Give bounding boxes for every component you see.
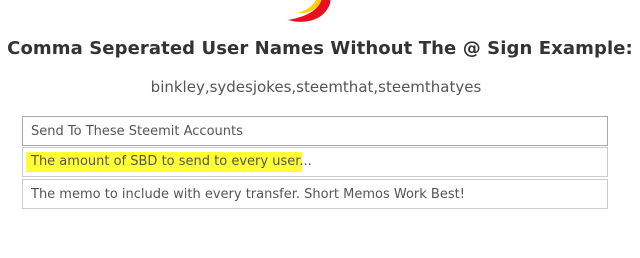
page-title: Comma Seperated User Names Without The @… <box>7 38 633 59</box>
accounts-input[interactable] <box>22 116 608 146</box>
steem-logo-icon <box>288 0 331 22</box>
page: Comma Seperated User Names Without The @… <box>0 0 640 258</box>
memo-input[interactable] <box>22 179 608 209</box>
amount-input[interactable] <box>22 147 608 177</box>
example-usernames: binkley,sydesjokes,steemthat,steemthatye… <box>150 78 482 96</box>
